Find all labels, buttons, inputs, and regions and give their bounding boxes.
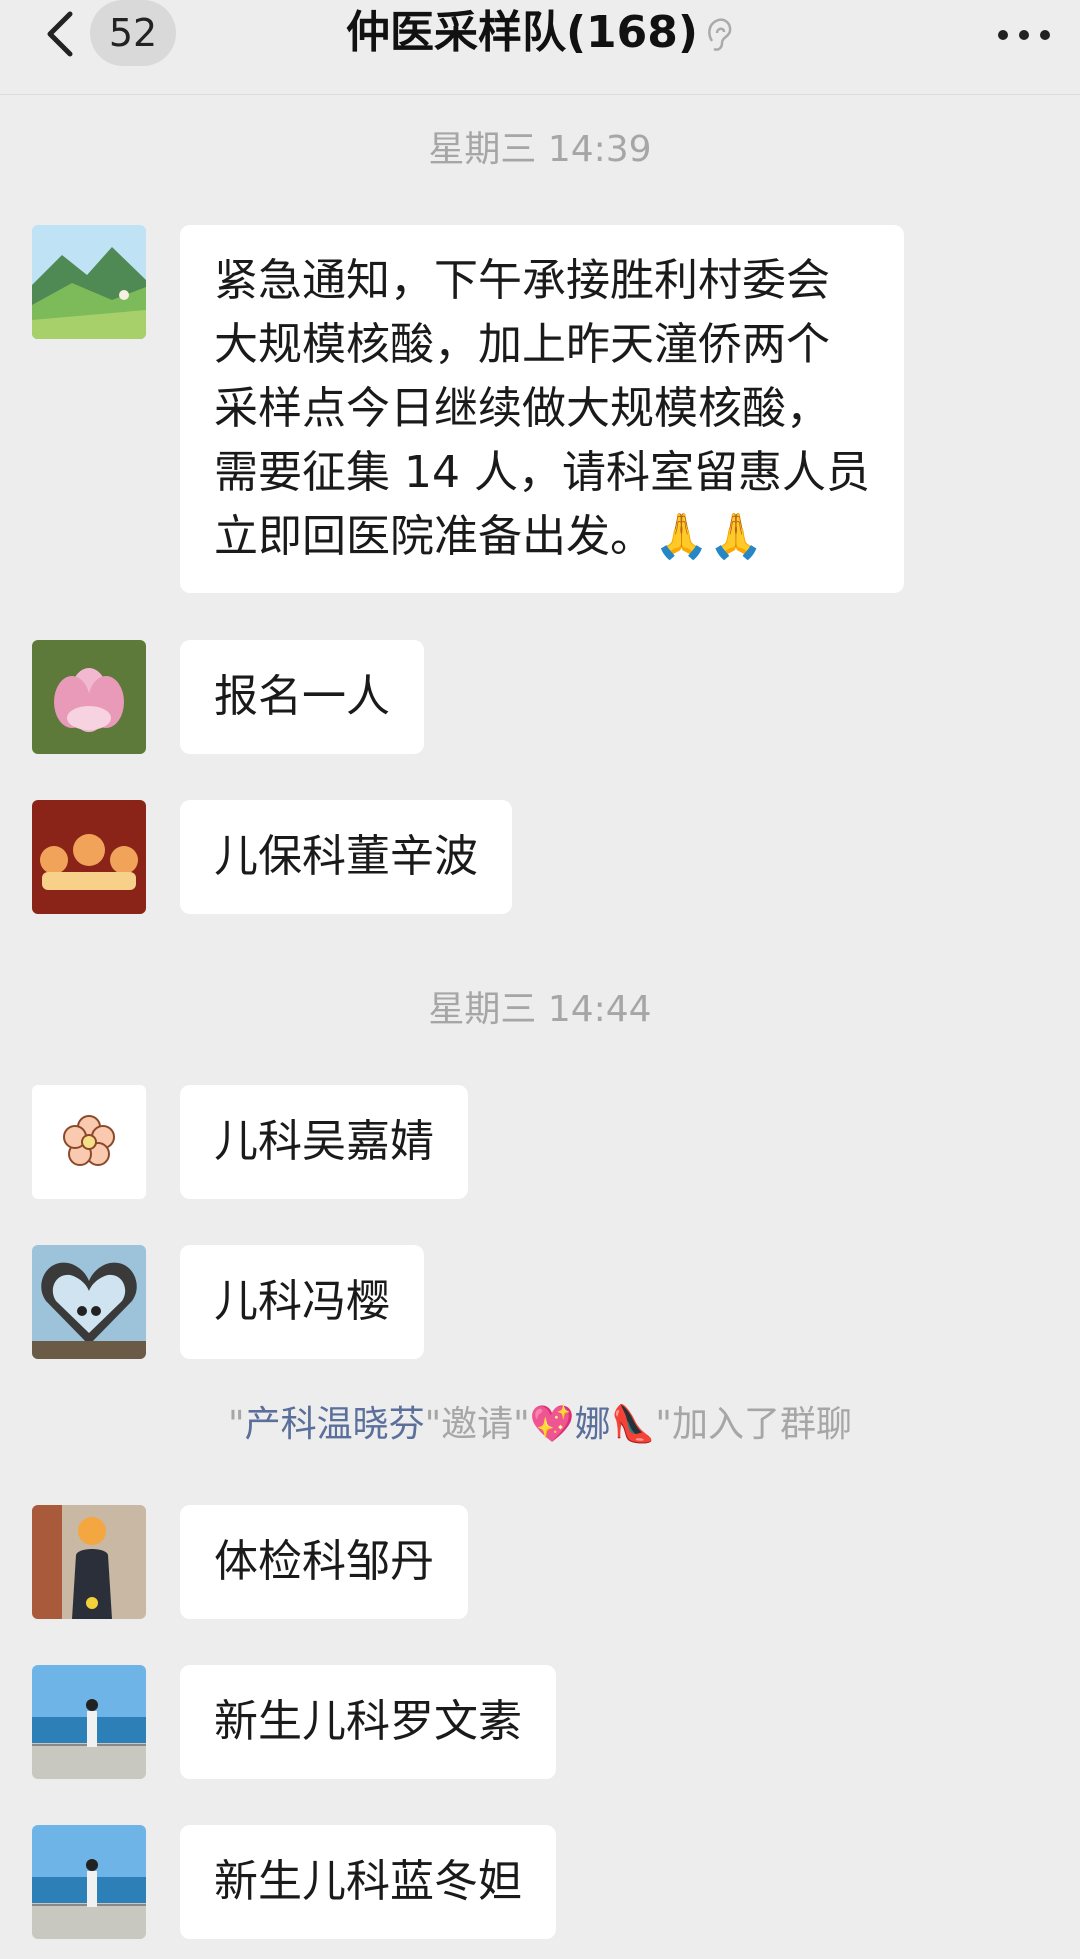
system-join-notice: "产科温晓芬"邀请"💖娜👠"加入了群聊 bbox=[0, 1400, 1080, 1450]
chat-title-bar: 仲医采样队(168) bbox=[0, 0, 1080, 66]
more-options-button[interactable] bbox=[994, 14, 1054, 54]
message-bubble[interactable]: 儿科冯樱 bbox=[180, 1245, 424, 1359]
heart-arch-photo-avatar[interactable] bbox=[32, 1245, 146, 1359]
notice-text: "加入了群聊 bbox=[655, 1404, 852, 1445]
more-dot bbox=[1019, 30, 1029, 40]
more-dot bbox=[998, 30, 1008, 40]
seaside-photo-avatar[interactable] bbox=[32, 1665, 146, 1779]
message-line: 需要征集 14 人，请科室留惠人员 bbox=[214, 447, 870, 498]
invitee-name-link[interactable]: 娜 bbox=[575, 1404, 611, 1445]
high-heel-icon: 👠 bbox=[610, 1404, 656, 1445]
message-line: 大规模核酸，加上昨天潼侨两个 bbox=[214, 319, 830, 370]
message-bubble[interactable]: 紧急通知，下午承接胜利村委会 大规模核酸，加上昨天潼侨两个 采样点今日继续做大规… bbox=[180, 225, 904, 593]
more-dot bbox=[1040, 30, 1050, 40]
quote-mark: " bbox=[228, 1404, 245, 1445]
woman-photo-avatar[interactable] bbox=[32, 1505, 146, 1619]
seaside-photo-avatar-2[interactable] bbox=[32, 1825, 146, 1939]
message-timestamp: 星期三 14:44 bbox=[428, 989, 652, 1030]
flower-icon-avatar[interactable] bbox=[32, 1085, 146, 1199]
chat-header: 52 仲医采样队(168) bbox=[0, 0, 1080, 95]
mute-ear-icon bbox=[708, 18, 732, 51]
message-bubble[interactable]: 儿保科董辛波 bbox=[180, 800, 512, 914]
tiger-cartoon-avatar[interactable] bbox=[32, 800, 146, 914]
group-title: 仲医采样队(168) bbox=[345, 7, 699, 58]
message-line: 紧急通知，下午承接胜利村委会 bbox=[214, 255, 830, 306]
message-bubble[interactable]: 新生儿科蓝冬妲 bbox=[180, 1825, 556, 1939]
message-bubble[interactable]: 体检科邹丹 bbox=[180, 1505, 468, 1619]
message-bubble[interactable]: 报名一人 bbox=[180, 640, 424, 754]
message-line: 立即回医院准备出发。🙏🙏 bbox=[214, 511, 764, 562]
magnolia-flower-avatar[interactable] bbox=[32, 640, 146, 754]
message-timestamp: 星期三 14:39 bbox=[428, 129, 652, 170]
sparkling-heart-icon: 💖 bbox=[529, 1404, 575, 1445]
inviter-name-link[interactable]: 产科温晓芬 bbox=[245, 1404, 425, 1445]
message-line: 采样点今日继续做大规模核酸， bbox=[214, 383, 830, 434]
mountain-landscape-avatar[interactable] bbox=[32, 225, 146, 339]
message-bubble[interactable]: 儿科吴嘉婧 bbox=[180, 1085, 468, 1199]
notice-text: "邀请" bbox=[424, 1404, 530, 1445]
message-bubble[interactable]: 新生儿科罗文素 bbox=[180, 1665, 556, 1779]
